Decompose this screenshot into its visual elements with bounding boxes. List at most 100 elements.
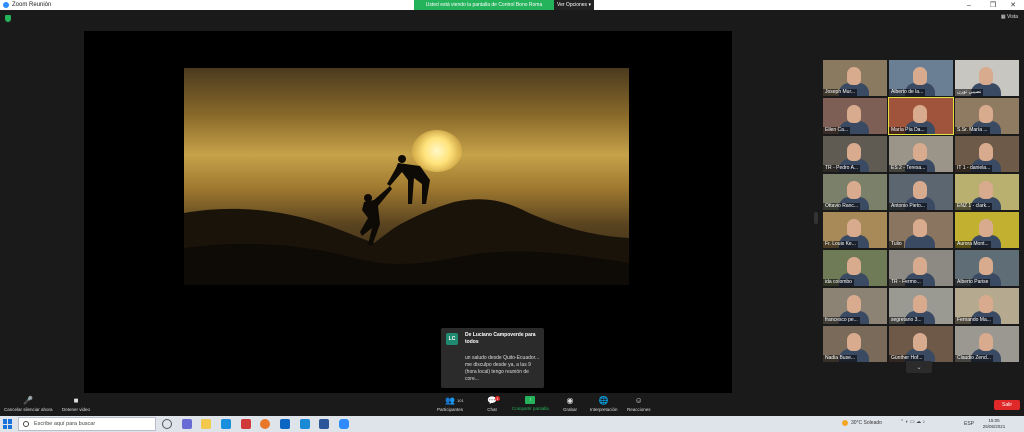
window-title: Zoom Reunión <box>12 2 52 8</box>
participant-tile[interactable]: TR - Fermo... <box>889 250 953 286</box>
chevron-down-icon: ⌄ <box>916 364 922 371</box>
view-options-label: Ver Opciones <box>557 2 588 8</box>
language-indicator[interactable]: ESP <box>964 421 974 427</box>
participant-name: S.Sr. María ... <box>955 127 990 134</box>
participant-name: Claudio Zend... <box>955 355 993 362</box>
leave-button[interactable]: Salir <box>994 400 1020 410</box>
outlook-icon[interactable] <box>280 419 290 429</box>
chat-unread-badge: 1 <box>495 396 500 401</box>
mountain-silhouette <box>184 155 629 285</box>
screen-share-banner: Usted está viendo la pantalla de Control… <box>414 0 554 10</box>
participant-name: IT 1 - daniela... <box>955 165 993 172</box>
share-screen-label: Compartir pantalla <box>512 406 549 411</box>
system-tray-icons[interactable]: ⌃ ◐ ▭ ☁ ♪ <box>900 419 925 425</box>
chat-sender: De Luciano Campoverde para todos <box>465 332 536 345</box>
view-options-button[interactable]: Ver Opciones ▾ <box>554 0 594 10</box>
participant-tile[interactable]: francesco pe... <box>823 288 887 324</box>
participant-name: Ottavio Ranc... <box>823 203 861 210</box>
reactions-button[interactable]: ☺ Reacciones <box>627 396 651 416</box>
participant-name: francesco pe... <box>823 317 860 324</box>
file-explorer-icon[interactable] <box>201 419 211 429</box>
participant-name: Antonio Pieto... <box>889 203 927 210</box>
participant-tile[interactable]: Tulio <box>889 212 953 248</box>
weather-text: 30°C Soleado <box>851 420 882 426</box>
restore-button[interactable]: ❐ <box>982 0 1004 10</box>
meeting-toolbar: 🎤 Cancelar silenciar ahora ■ Detener vid… <box>0 394 1024 416</box>
unmute-label: Cancelar silenciar ahora <box>4 407 53 412</box>
teams-icon[interactable] <box>182 419 192 429</box>
participant-name: TR - Fermo... <box>889 279 923 286</box>
gallery-next-page-button[interactable]: ⌄ <box>906 361 932 373</box>
participant-name: نصیبی تورن <box>955 89 984 96</box>
participant-tile[interactable]: ida colombo <box>823 250 887 286</box>
participant-tile[interactable]: S.Sr. María ... <box>955 98 1019 134</box>
view-label: Vista <box>1006 14 1018 20</box>
participant-name: Nadia Buse... <box>823 355 858 362</box>
zoom-icon[interactable] <box>339 419 349 429</box>
windows-start-icon[interactable] <box>3 419 13 429</box>
participant-tile[interactable]: Ottavio Ranc... <box>823 174 887 210</box>
participant-name: Tulio <box>889 241 904 248</box>
microphone-icon: 🎤 <box>23 396 34 405</box>
participant-name: Alberto de la... <box>889 89 926 96</box>
unmute-button[interactable]: 🎤 Cancelar silenciar ahora <box>4 396 53 416</box>
task-view-icon[interactable] <box>162 419 172 429</box>
interpretation-button[interactable]: 🌐 Interpretación <box>590 396 618 416</box>
participant-name: ES 2 - Teresa... <box>889 165 928 172</box>
sender-avatar: LC <box>446 333 458 345</box>
participant-tile[interactable]: segretario 3... <box>889 288 953 324</box>
chat-label: Chat <box>487 407 497 412</box>
mail-icon[interactable] <box>300 419 310 429</box>
zoom-app-icon <box>3 2 9 8</box>
participant-tile[interactable]: Alberto Parise <box>955 250 1019 286</box>
minimize-button[interactable]: – <box>958 0 980 10</box>
participant-name: Joseph Mur... <box>823 89 858 96</box>
word-icon[interactable] <box>319 419 329 429</box>
taskbar-search[interactable]: Escribe aquí para buscar <box>18 417 156 431</box>
smiley-icon: ☺ <box>634 396 643 405</box>
participant-name: Fernando Ma... <box>955 317 993 324</box>
participant-tile[interactable]: Alberto de la... <box>889 60 953 96</box>
shared-screen <box>84 31 732 393</box>
taskbar-clock[interactable]: 15:05 25/06/2021 <box>976 418 1012 430</box>
participants-count: 101 <box>457 398 464 403</box>
skype-icon[interactable] <box>221 419 231 429</box>
chat-notification[interactable]: LC De Luciano Campoverde para todos un s… <box>441 328 544 388</box>
participant-tile[interactable]: María Pía Da... <box>888 97 954 135</box>
participants-label: Participantes <box>437 407 464 412</box>
participant-tile[interactable]: Günther Hof... <box>889 326 953 362</box>
weather-widget[interactable]: 30°C Soleado <box>842 420 882 426</box>
shared-photo <box>184 68 629 285</box>
participant-tile[interactable]: ENZ 1 - clark... <box>955 174 1019 210</box>
panel-resize-handle[interactable] <box>814 212 818 224</box>
share-screen-icon: ↑ <box>525 396 536 404</box>
record-button[interactable]: ◉ Grabar <box>563 396 577 416</box>
participant-tile[interactable]: نصیبی تورن <box>955 60 1019 96</box>
record-label: Grabar <box>563 407 578 412</box>
participant-name: ida colombo <box>823 279 854 286</box>
participant-tile[interactable]: Claudio Zend... <box>955 326 1019 362</box>
participant-name: TR - Pedro A... <box>823 165 861 172</box>
participant-name: ENZ 1 - clark... <box>955 203 993 210</box>
participant-name: segretario 3... <box>889 317 924 324</box>
participant-tile[interactable]: Antonio Pieto... <box>889 174 953 210</box>
participant-tile[interactable]: Ellen Ca... <box>823 98 887 134</box>
participant-tile[interactable]: Nadia Buse... <box>823 326 887 362</box>
participant-tile[interactable]: TR - Pedro A... <box>823 136 887 172</box>
app-icon[interactable] <box>241 419 251 429</box>
stop-video-button[interactable]: ■ Detener video <box>62 396 90 416</box>
participant-tile[interactable]: Aurora Mont... <box>955 212 1019 248</box>
participant-name: Ellen Ca... <box>823 127 851 134</box>
participant-tile[interactable]: Joseph Mur... <box>823 60 887 96</box>
view-button[interactable]: ▦ Vista <box>1001 14 1018 20</box>
participant-name: Aurora Mont... <box>955 241 991 248</box>
close-window-button[interactable]: ✕ <box>1002 0 1024 10</box>
security-shield-icon[interactable] <box>5 15 11 22</box>
participant-tile[interactable]: IT 1 - daniela... <box>955 136 1019 172</box>
participant-tile[interactable]: ES 2 - Teresa... <box>889 136 953 172</box>
search-placeholder: Escribe aquí para buscar <box>34 421 96 427</box>
firefox-icon[interactable] <box>260 419 270 429</box>
participant-tile[interactable]: Fr. Louis Ke... <box>823 212 887 248</box>
participant-tile[interactable]: Fernando Ma... <box>955 288 1019 324</box>
share-screen-button[interactable]: ↑ Compartir pantalla <box>512 396 549 416</box>
